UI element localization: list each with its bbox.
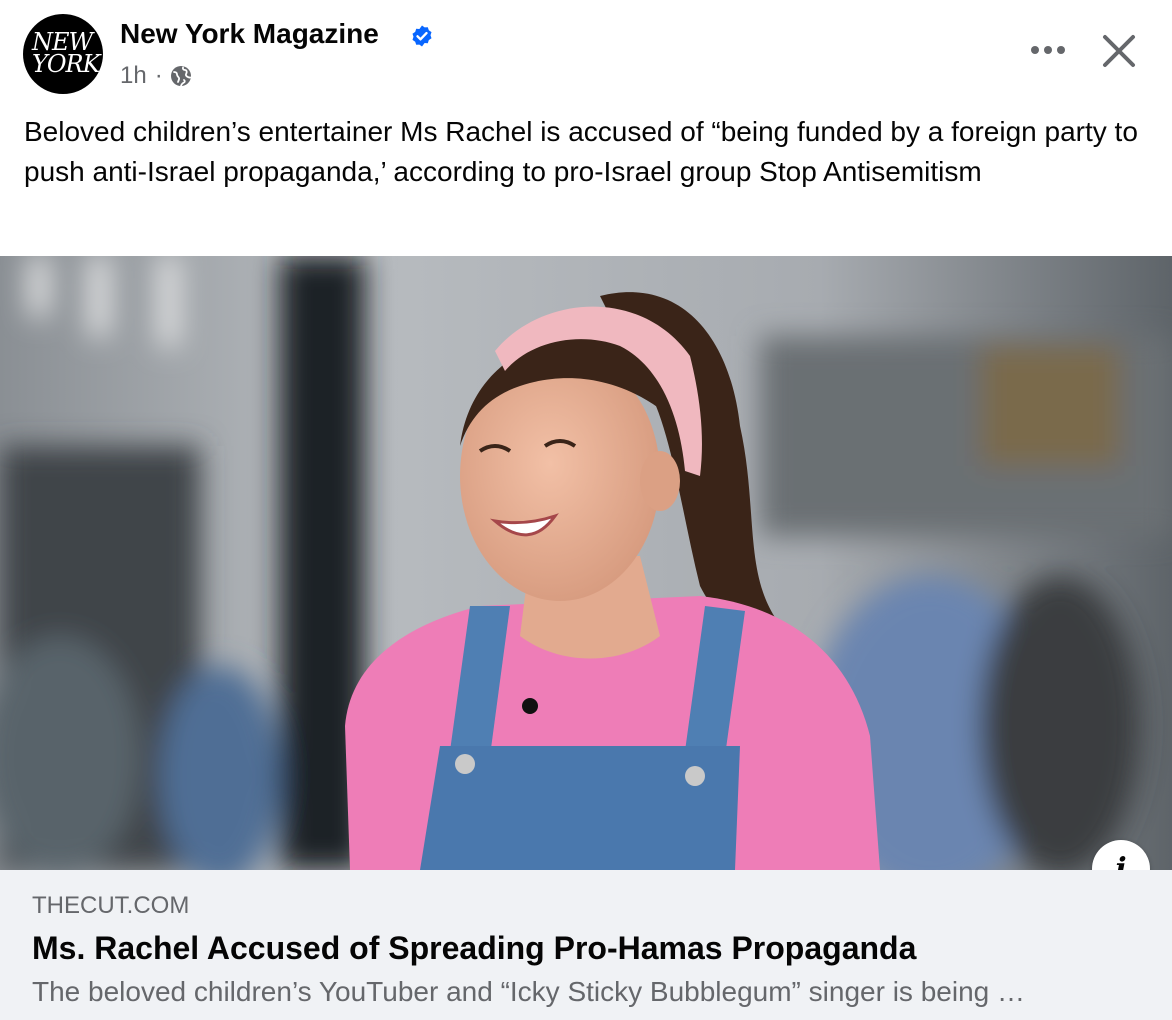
- post-timestamp[interactable]: 1h: [120, 62, 147, 90]
- link-description: The beloved children’s YouTuber and “Ick…: [32, 976, 1025, 1007]
- globe-icon: [170, 66, 192, 87]
- avatar-logo: NEW YORK: [23, 14, 103, 94]
- link-preview-card[interactable]: THECUT.COM Ms. Rachel Accused of Spreadi…: [0, 870, 1172, 1020]
- verified-badge-icon: [412, 25, 432, 47]
- avatar-logo-line2: YORK: [32, 50, 101, 78]
- more-dots-icon: [1031, 46, 1065, 54]
- meta-separator: ·: [154, 62, 163, 89]
- photo-illustration: [0, 256, 1172, 870]
- link-title[interactable]: Ms. Rachel Accused of Spreading Pro-Hama…: [32, 930, 916, 967]
- close-icon[interactable]: [1098, 30, 1140, 72]
- page-avatar[interactable]: NEW YORK: [23, 14, 103, 94]
- post-header: NEW YORK New York Magazine 1h ·: [0, 0, 1172, 110]
- more-options-button[interactable]: [1024, 34, 1072, 66]
- link-preview-image[interactable]: [0, 256, 1172, 870]
- post-caption: Beloved children’s entertainer Ms Rachel…: [24, 116, 1138, 187]
- link-domain: THECUT.COM: [32, 892, 190, 919]
- page-name-link[interactable]: New York Magazine: [120, 18, 379, 50]
- post-meta: 1h ·: [120, 62, 193, 90]
